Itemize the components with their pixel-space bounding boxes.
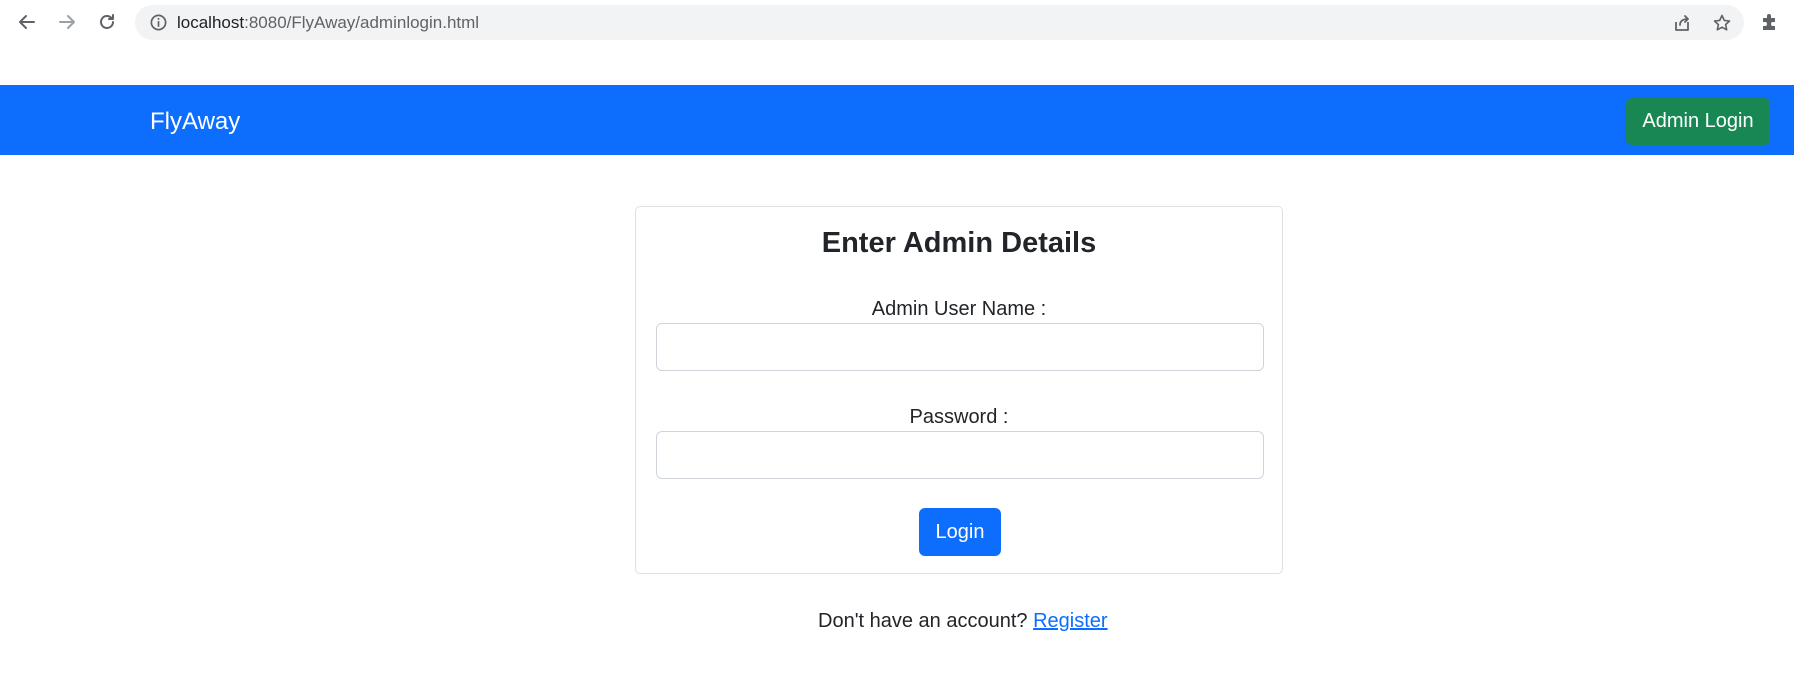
forward-button[interactable] (52, 7, 82, 37)
info-icon[interactable] (149, 13, 168, 32)
url-host: localhost (177, 13, 245, 32)
password-label: Password : (909, 406, 1009, 428)
puzzle-extension-icon[interactable] (1760, 12, 1780, 32)
site-navbar: FlyAway Admin Login (0, 85, 1794, 155)
address-bar[interactable]: localhost:8080/FlyAway/adminlogin.html (135, 5, 1744, 40)
brand-link[interactable]: FlyAway (150, 85, 240, 158)
url-text[interactable]: localhost:8080/FlyAway/adminlogin.html (177, 5, 479, 40)
register-link[interactable]: Register (1033, 610, 1107, 632)
card-title: Enter Admin Details (821, 227, 1097, 259)
url-path: :8080/FlyAway/adminlogin.html (244, 13, 480, 32)
star-icon[interactable] (1712, 13, 1732, 33)
admin-login-button[interactable]: Admin Login (1626, 98, 1770, 145)
password-input[interactable] (656, 431, 1264, 479)
reload-icon (100, 14, 114, 29)
username-label: Admin User Name : (871, 298, 1047, 320)
browser-toolbar: localhost:8080/FlyAway/adminlogin.html (0, 0, 1794, 45)
register-prompt-text: Don't have an account? (818, 610, 1028, 632)
login-button[interactable]: Login (919, 508, 1001, 556)
share-icon[interactable] (1672, 13, 1692, 33)
register-prompt: Don't have an account? Register (818, 610, 1108, 633)
back-button[interactable] (12, 7, 42, 37)
back-arrow-icon (19, 15, 35, 29)
admin-login-card: Enter Admin Details Admin User Name : Pa… (635, 206, 1283, 574)
reload-button[interactable] (92, 7, 122, 37)
username-input[interactable] (656, 323, 1264, 371)
forward-arrow-icon (59, 15, 75, 29)
